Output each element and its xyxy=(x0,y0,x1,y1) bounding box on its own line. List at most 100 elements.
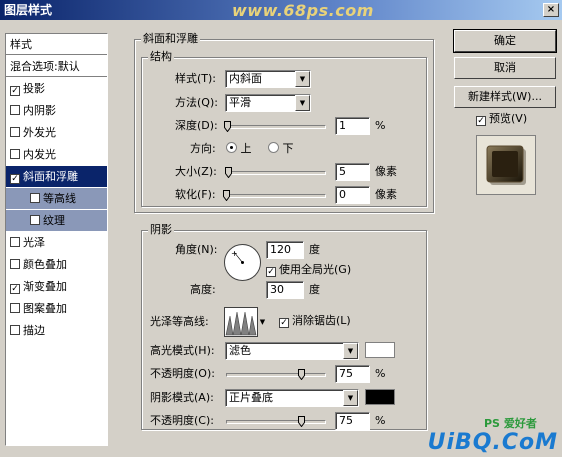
shadow-mode-value: 正片叠底 xyxy=(229,391,273,404)
antialias-label: 消除锯齿(L) xyxy=(292,314,351,327)
style-select[interactable]: 内斜面 ▼ xyxy=(225,70,311,88)
depth-slider[interactable] xyxy=(224,121,326,133)
checkbox-unchecked-icon[interactable] xyxy=(30,193,40,203)
sidebar-item[interactable]: 外发光 xyxy=(6,122,107,143)
highlight-mode-select[interactable]: 滤色 ▼ xyxy=(225,342,359,360)
new-style-button[interactable]: 新建样式(W)... xyxy=(454,86,556,108)
sidebar-item[interactable]: 颜色叠加 xyxy=(6,254,107,275)
sidebar-item[interactable]: ✓ 渐变叠加 xyxy=(6,276,107,297)
highlight-opacity-unit: % xyxy=(375,367,386,380)
checkbox-unchecked-icon[interactable] xyxy=(10,325,20,335)
checkbox-unchecked-icon[interactable] xyxy=(30,215,40,225)
altitude-unit: 度 xyxy=(309,283,320,296)
footer-logo: UiBQ.CoM xyxy=(427,430,558,455)
sidebar-item[interactable]: ✓ 斜面和浮雕 xyxy=(6,166,107,187)
shadow-mode-label: 阴影模式(A): xyxy=(150,391,214,404)
angle-input[interactable]: 120 xyxy=(266,241,304,259)
soften-label: 软化(F): xyxy=(175,188,216,201)
direction-down-label: 下 xyxy=(282,142,294,155)
preview-option[interactable]: ✓ 预览(V) xyxy=(476,110,527,128)
checkbox-checked-icon[interactable]: ✓ xyxy=(10,174,20,184)
size-slider[interactable] xyxy=(225,167,326,179)
checkbox-checked-icon[interactable]: ✓ xyxy=(10,284,20,294)
shadow-opacity-input[interactable]: 75 xyxy=(335,412,370,430)
global-light-option[interactable]: ✓ 使用全局光(G) xyxy=(266,261,351,279)
shading-group-title: 阴影 xyxy=(148,223,174,237)
highlight-opacity-input[interactable]: 75 xyxy=(335,365,370,383)
sidebar-item-label: 图案叠加 xyxy=(23,302,67,315)
sidebar-item[interactable]: 内阴影 xyxy=(6,100,107,121)
depth-input[interactable]: 1 xyxy=(335,117,370,135)
chevron-down-icon: ▼ xyxy=(295,71,310,87)
chevron-down-icon: ▼ xyxy=(295,95,310,111)
chevron-down-icon: ▼ xyxy=(343,390,358,406)
sidebar-item[interactable]: 混合选项:默认 xyxy=(6,56,107,77)
checkbox-unchecked-icon[interactable] xyxy=(10,303,20,313)
ok-button[interactable]: 确定 xyxy=(453,29,557,53)
checkbox-checked-icon[interactable]: ✓ xyxy=(266,267,276,277)
svg-text:+: + xyxy=(231,249,238,258)
highlight-mode-label: 高光模式(H): xyxy=(150,344,215,357)
highlight-opacity-slider[interactable] xyxy=(226,369,326,381)
slider-thumb-icon[interactable] xyxy=(223,190,230,201)
sidebar-item-label: 纹理 xyxy=(43,214,65,227)
sidebar-item[interactable]: 光泽 xyxy=(6,232,107,253)
depth-unit: % xyxy=(375,119,386,132)
checkbox-unchecked-icon[interactable] xyxy=(10,237,20,247)
close-icon[interactable]: × xyxy=(543,3,559,17)
altitude-label: 高度: xyxy=(190,283,216,296)
technique-label: 方法(Q): xyxy=(175,96,218,109)
radio-off-icon[interactable] xyxy=(268,142,279,153)
checkbox-unchecked-icon[interactable] xyxy=(10,127,20,137)
style-select-value: 内斜面 xyxy=(229,72,262,85)
slider-thumb-icon[interactable] xyxy=(225,167,232,178)
angle-dial[interactable]: + xyxy=(224,244,261,281)
sidebar-item[interactable]: 样式 xyxy=(6,34,107,55)
checkbox-checked-icon[interactable]: ✓ xyxy=(10,86,20,96)
sidebar-item-label: 投影 xyxy=(23,82,45,95)
sidebar-item[interactable]: 内发光 xyxy=(6,144,107,165)
sidebar-item-label: 等高线 xyxy=(43,192,76,205)
chevron-down-icon[interactable]: ▼ xyxy=(258,307,267,337)
direction-down-option[interactable]: 下 xyxy=(268,140,294,158)
checkbox-unchecked-icon[interactable] xyxy=(10,259,20,269)
checkbox-unchecked-icon[interactable] xyxy=(10,149,20,159)
sidebar-item[interactable]: 图案叠加 xyxy=(6,298,107,319)
direction-up-option[interactable]: 上 xyxy=(226,140,252,158)
gloss-contour-picker[interactable] xyxy=(224,307,258,337)
style-label: 样式(T): xyxy=(175,72,217,85)
sidebar-item-label: 内发光 xyxy=(23,148,56,161)
altitude-input[interactable]: 30 xyxy=(266,281,304,299)
soften-slider[interactable] xyxy=(223,190,326,202)
sidebar-item[interactable]: 等高线 xyxy=(6,188,107,209)
gloss-contour-label: 光泽等高线: xyxy=(150,315,209,328)
technique-select-value: 平滑 xyxy=(229,96,251,109)
sidebar-item-label: 外发光 xyxy=(23,126,56,139)
angle-label: 角度(N): xyxy=(175,243,218,256)
slider-thumb-icon[interactable] xyxy=(298,369,305,380)
slider-thumb-icon[interactable] xyxy=(298,416,305,427)
technique-select[interactable]: 平滑 ▼ xyxy=(225,94,311,112)
slider-thumb-icon[interactable] xyxy=(224,121,231,132)
sidebar-item-label: 内阴影 xyxy=(23,104,56,117)
antialias-option[interactable]: ✓ 消除锯齿(L) xyxy=(279,312,351,330)
sidebar-item[interactable]: 描边 xyxy=(6,320,107,341)
checkbox-checked-icon[interactable]: ✓ xyxy=(476,116,486,126)
depth-label: 深度(D): xyxy=(175,119,218,132)
sidebar-item[interactable]: ✓ 投影 xyxy=(6,78,107,99)
shadow-mode-select[interactable]: 正片叠底 ▼ xyxy=(225,389,359,407)
cancel-button[interactable]: 取消 xyxy=(454,57,556,79)
size-label: 大小(Z): xyxy=(175,165,217,178)
contour-curve-icon xyxy=(225,308,257,336)
shadow-color-swatch[interactable] xyxy=(365,389,395,405)
sidebar-item-label: 混合选项:默认 xyxy=(10,60,80,73)
radio-on-icon[interactable] xyxy=(226,142,237,153)
global-light-label: 使用全局光(G) xyxy=(279,263,352,276)
checkbox-unchecked-icon[interactable] xyxy=(10,105,20,115)
shadow-opacity-slider[interactable] xyxy=(226,416,326,428)
checkbox-checked-icon[interactable]: ✓ xyxy=(279,318,289,328)
highlight-color-swatch[interactable] xyxy=(365,342,395,358)
soften-input[interactable]: 0 xyxy=(335,186,370,204)
sidebar-item[interactable]: 纹理 xyxy=(6,210,107,231)
size-input[interactable]: 5 xyxy=(335,163,370,181)
